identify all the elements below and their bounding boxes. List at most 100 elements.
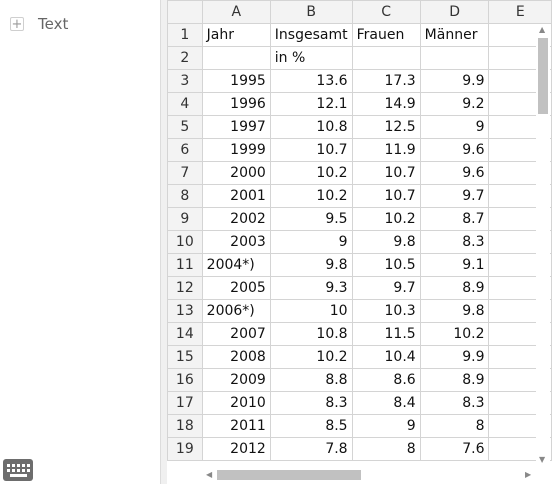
column-header-c[interactable]: C (351, 0, 421, 24)
cell-b[interactable]: 9.8 (269, 253, 353, 277)
cell-b[interactable]: 10.2 (269, 345, 353, 369)
cell-c[interactable]: 12.5 (351, 115, 421, 139)
cell-b[interactable]: 9.3 (269, 276, 353, 300)
panel-divider[interactable] (160, 0, 167, 484)
cell-d[interactable]: 9.6 (419, 161, 490, 185)
cell-d[interactable]: 8.3 (419, 230, 490, 254)
scroll-up-arrow-icon[interactable]: ▲ (539, 26, 545, 34)
cell-c[interactable]: 10.7 (351, 184, 421, 208)
row-header[interactable]: 19 (167, 437, 203, 461)
cell-c[interactable]: 11.5 (351, 322, 421, 346)
cell-b[interactable]: 10.2 (269, 184, 353, 208)
row-header[interactable]: 7 (167, 161, 203, 185)
cell-c[interactable] (351, 46, 421, 70)
scroll-down-arrow-icon[interactable]: ▼ (539, 456, 545, 464)
spreadsheet-grid[interactable]: A B C D E 1 Jahr Insgesamt Frauen Männer 2 in … (167, 0, 552, 461)
cell-b[interactable]: 10.2 (269, 161, 353, 185)
cell-c[interactable]: 8.6 (351, 368, 421, 392)
horizontal-scroll-thumb[interactable] (217, 470, 361, 480)
cell-b[interactable]: 10.8 (269, 115, 353, 139)
row-header[interactable]: 4 (167, 92, 203, 116)
column-header-e[interactable]: E (488, 0, 552, 24)
cell-b[interactable]: 9 (269, 230, 353, 254)
cell-c[interactable]: 14.9 (351, 92, 421, 116)
cell-c[interactable]: 9.8 (351, 230, 421, 254)
cell-a[interactable]: 2008 (201, 345, 271, 369)
column-header-b[interactable]: B (269, 0, 353, 24)
text-tool-item[interactable]: + Text (10, 14, 68, 34)
spreadsheet[interactable]: A B C D E 1 Jahr Insgesamt Frauen Männer 2 in … (167, 0, 552, 468)
cell-a[interactable]: 2005 (201, 276, 271, 300)
cell-b[interactable]: in % (269, 46, 353, 70)
cell-b[interactable]: 13.6 (269, 69, 353, 93)
cell-c[interactable]: 8.4 (351, 391, 421, 415)
cell-d[interactable]: 8.7 (419, 207, 490, 231)
cell-c[interactable]: 10.7 (351, 161, 421, 185)
cell-d[interactable] (419, 46, 490, 70)
row-header[interactable]: 1 (167, 23, 203, 47)
cell-d[interactable]: 9 (419, 115, 490, 139)
cell-a[interactable]: 2000 (201, 161, 271, 185)
row-header[interactable]: 9 (167, 207, 203, 231)
cell-a[interactable]: 2011 (201, 414, 271, 438)
row-header[interactable]: 11 (167, 253, 203, 277)
cell-d[interactable]: 9.7 (419, 184, 490, 208)
cell-c[interactable]: 10.2 (351, 207, 421, 231)
row-header[interactable]: 2 (167, 46, 203, 70)
cell-d[interactable]: 7.6 (419, 437, 490, 461)
cell-c[interactable]: 10.3 (351, 299, 421, 323)
cell-a[interactable]: 1999 (201, 138, 271, 162)
cell-a[interactable]: 2007 (201, 322, 271, 346)
scroll-right-arrow-icon[interactable]: ▶ (525, 471, 531, 479)
cell-a[interactable]: 1996 (201, 92, 271, 116)
cell-a[interactable]: 1997 (201, 115, 271, 139)
corner-cell[interactable] (167, 0, 203, 24)
row-header[interactable]: 15 (167, 345, 203, 369)
row-header[interactable]: 18 (167, 414, 203, 438)
cell-a[interactable]: Jahr (201, 23, 271, 47)
cell-d[interactable]: 8 (419, 414, 490, 438)
vertical-scroll-thumb[interactable] (538, 38, 548, 114)
cell-d[interactable]: 8.9 (419, 276, 490, 300)
row-header[interactable]: 5 (167, 115, 203, 139)
column-header-a[interactable]: A (201, 0, 271, 24)
cell-a[interactable]: 2004*) (201, 253, 271, 277)
cell-a[interactable]: 2009 (201, 368, 271, 392)
cell-b[interactable]: 8.5 (269, 414, 353, 438)
row-header[interactable]: 17 (167, 391, 203, 415)
cell-d[interactable]: Männer (419, 23, 490, 47)
cell-a[interactable]: 2006*) (201, 299, 271, 323)
row-header[interactable]: 13 (167, 299, 203, 323)
cell-c[interactable]: 9 (351, 414, 421, 438)
cell-c[interactable]: 10.4 (351, 345, 421, 369)
cell-b[interactable]: 10.8 (269, 322, 353, 346)
cell-d[interactable]: 10.2 (419, 322, 490, 346)
cell-a[interactable]: 2012 (201, 437, 271, 461)
cell-d[interactable]: 9.8 (419, 299, 490, 323)
cell-d[interactable]: 9.9 (419, 345, 490, 369)
plus-icon[interactable]: + (10, 17, 24, 31)
keyboard-icon[interactable] (3, 459, 33, 481)
cell-a[interactable]: 2002 (201, 207, 271, 231)
row-header[interactable]: 10 (167, 230, 203, 254)
cell-d[interactable]: 8.9 (419, 368, 490, 392)
cell-b[interactable]: 10.7 (269, 138, 353, 162)
cell-d[interactable]: 9.1 (419, 253, 490, 277)
cell-c[interactable]: 9.7 (351, 276, 421, 300)
scroll-left-arrow-icon[interactable]: ◀ (206, 471, 212, 479)
cell-c[interactable]: 8 (351, 437, 421, 461)
cell-b[interactable]: 9.5 (269, 207, 353, 231)
cell-b[interactable]: 7.8 (269, 437, 353, 461)
row-header[interactable]: 8 (167, 184, 203, 208)
cell-a[interactable] (201, 46, 271, 70)
cell-b[interactable]: 10 (269, 299, 353, 323)
cell-a[interactable]: 2003 (201, 230, 271, 254)
row-header[interactable]: 16 (167, 368, 203, 392)
row-header[interactable]: 6 (167, 138, 203, 162)
cell-a[interactable]: 2001 (201, 184, 271, 208)
cell-a[interactable]: 1995 (201, 69, 271, 93)
cell-d[interactable]: 9.9 (419, 69, 490, 93)
cell-d[interactable]: 9.6 (419, 138, 490, 162)
cell-b[interactable]: 12.1 (269, 92, 353, 116)
row-header[interactable]: 12 (167, 276, 203, 300)
